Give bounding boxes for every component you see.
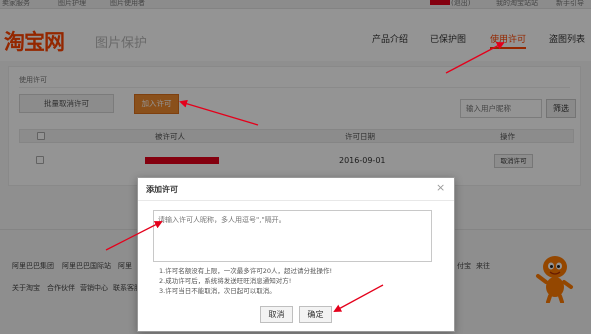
- rule-text-3: 3.许可当日不能取消，次日起可以取消。: [159, 287, 276, 295]
- close-icon[interactable]: ×: [436, 182, 445, 193]
- add-permit-dialog: 添加许可 × 1.许可名额没有上限，一次最多许可20人，超过请分批操作! 2.成…: [137, 177, 455, 332]
- cancel-button[interactable]: 取消: [260, 306, 293, 323]
- divider: [138, 200, 454, 201]
- confirm-button[interactable]: 确定: [299, 306, 332, 323]
- rule-text-1: 1.许可名额没有上限，一次最多许可20人，超过请分批操作!: [159, 267, 333, 275]
- dialog-title: 添加许可: [146, 185, 178, 194]
- rule-text-2: 2.成功许可后，系统将发送旺旺消息通知对方!: [159, 277, 292, 285]
- licensee-nickname-input[interactable]: [153, 210, 432, 262]
